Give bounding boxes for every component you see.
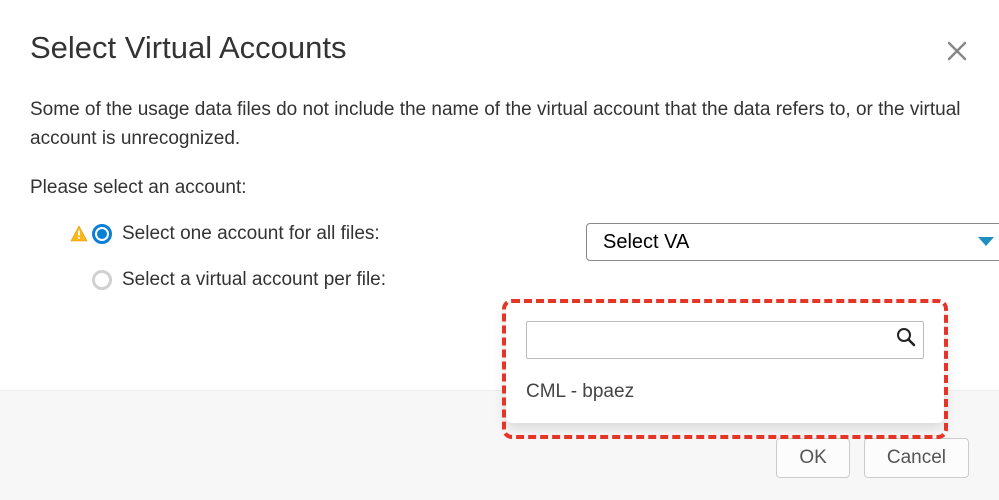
- va-dropdown-panel: CML - bpaez: [506, 303, 944, 423]
- dialog-prompt: Please select an account:: [30, 177, 969, 199]
- warning-icon: [70, 225, 88, 243]
- ok-button[interactable]: OK: [776, 438, 849, 478]
- close-icon[interactable]: [945, 36, 969, 68]
- va-dropdown-item[interactable]: CML - bpaez: [526, 377, 924, 407]
- dialog-description: Some of the usage data files do not incl…: [30, 96, 969, 153]
- option-all-files[interactable]: Select one account for all files: Select…: [70, 223, 969, 245]
- select-va-dropdown[interactable]: Select VA: [586, 223, 999, 261]
- va-search-input[interactable]: [526, 321, 924, 359]
- chevron-down-icon: [977, 236, 995, 248]
- radio-unselected-icon: [92, 270, 112, 290]
- cancel-button[interactable]: Cancel: [864, 438, 969, 478]
- options-group: Select one account for all files: Select…: [30, 223, 969, 291]
- radio-selected-icon: [92, 224, 112, 244]
- search-icon: [896, 327, 916, 353]
- select-va-placeholder: Select VA: [603, 231, 689, 254]
- option-all-label: Select one account for all files:: [122, 223, 380, 245]
- dialog-title: Select Virtual Accounts: [30, 30, 969, 66]
- option-per-file[interactable]: Select a virtual account per file:: [70, 269, 969, 291]
- option-per-label: Select a virtual account per file:: [122, 269, 386, 291]
- select-virtual-accounts-dialog: Select Virtual Accounts Some of the usag…: [0, 0, 999, 500]
